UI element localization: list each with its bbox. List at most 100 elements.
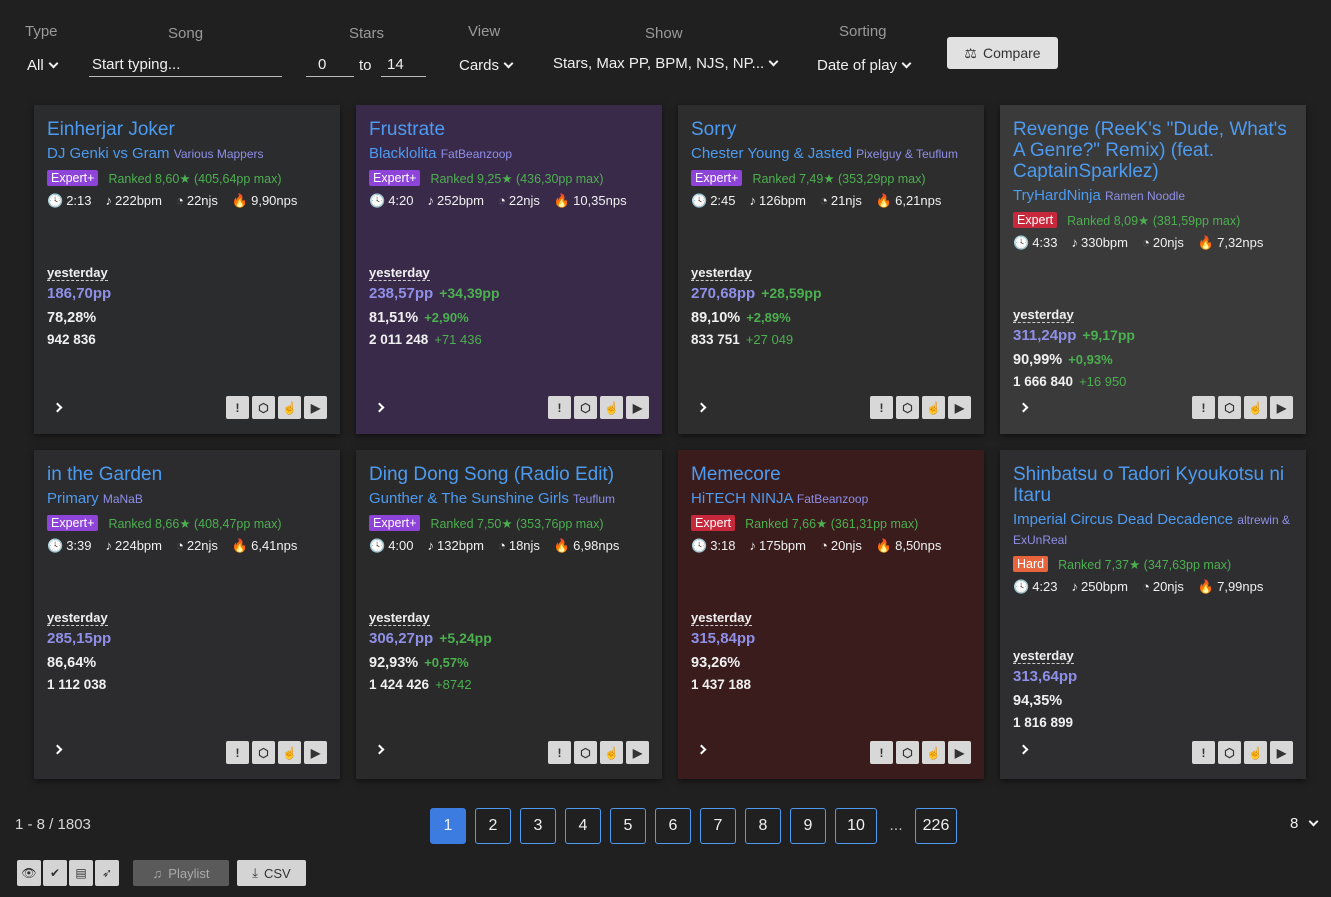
song-search-input[interactable]: Start typing... bbox=[89, 55, 282, 77]
preview-button[interactable]: ▶ bbox=[626, 741, 649, 764]
oneclick-button[interactable]: ☝ bbox=[278, 741, 301, 764]
page-button[interactable]: 1 bbox=[430, 808, 466, 844]
song-artist[interactable]: Primary bbox=[47, 490, 99, 507]
sorting-dropdown[interactable]: Date of play bbox=[817, 57, 912, 74]
report-button[interactable]: ! bbox=[226, 396, 249, 419]
preview-button[interactable]: ▶ bbox=[1270, 741, 1293, 764]
preview-button[interactable]: ▶ bbox=[626, 396, 649, 419]
report-button[interactable]: ! bbox=[870, 396, 893, 419]
oneclick-button[interactable]: ☝ bbox=[1244, 396, 1267, 419]
report-button[interactable]: ! bbox=[226, 741, 249, 764]
preview-button[interactable]: ▶ bbox=[304, 741, 327, 764]
per-page-dropdown[interactable]: 8 bbox=[1290, 815, 1319, 832]
page-button[interactable]: 2 bbox=[475, 808, 511, 844]
song-artist[interactable]: Gunther & The Sunshine Girls bbox=[369, 490, 569, 507]
download-map-button[interactable]: ⬡ bbox=[252, 396, 275, 419]
preview-button[interactable]: ▶ bbox=[948, 741, 971, 764]
view-dropdown[interactable]: Cards bbox=[459, 57, 514, 74]
song-card[interactable]: Einherjar Joker DJ Genki vs Gram Various… bbox=[34, 105, 340, 434]
song-title[interactable]: Ding Dong Song (Radio Edit) bbox=[369, 464, 649, 485]
song-card[interactable]: Sorry Chester Young & Jasted Pixelguy & … bbox=[678, 105, 984, 434]
stars-to-input[interactable]: 14 bbox=[381, 55, 426, 77]
rocket-button[interactable]: ➶ bbox=[95, 860, 119, 886]
report-button[interactable]: ! bbox=[548, 396, 571, 419]
download-map-button[interactable]: ⬡ bbox=[1218, 396, 1241, 419]
song-title[interactable]: Memecore bbox=[691, 464, 971, 485]
report-button[interactable]: ! bbox=[870, 741, 893, 764]
accuracy-value: 89,10% bbox=[691, 310, 741, 326]
song-card[interactable]: Memecore HiTECH NINJA FatBeanzoop Expert… bbox=[678, 450, 984, 779]
song-artist[interactable]: Imperial Circus Dead Decadence bbox=[1013, 511, 1233, 528]
preview-button[interactable]: ▶ bbox=[948, 396, 971, 419]
oneclick-button[interactable]: ☝ bbox=[600, 396, 623, 419]
page-button[interactable]: 6 bbox=[655, 808, 691, 844]
oneclick-button[interactable]: ☝ bbox=[278, 396, 301, 419]
song-mapper[interactable]: Teuflum bbox=[573, 492, 615, 506]
report-button[interactable]: ! bbox=[548, 741, 571, 764]
song-artist[interactable]: DJ Genki vs Gram bbox=[47, 145, 170, 162]
play-time[interactable]: yesterday bbox=[47, 265, 108, 281]
preview-button[interactable]: ▶ bbox=[1270, 396, 1293, 419]
song-mapper[interactable]: Various Mappers bbox=[174, 147, 264, 161]
report-button[interactable]: ! bbox=[1192, 396, 1215, 419]
song-title[interactable]: Sorry bbox=[691, 119, 971, 140]
song-title[interactable]: Shinbatsu o Tadori Kyoukotsu ni Itaru bbox=[1013, 464, 1293, 506]
song-mapper[interactable]: FatBeanzoop bbox=[797, 492, 868, 506]
playlist-button[interactable]: ♫ Playlist bbox=[133, 860, 229, 886]
song-title[interactable]: Einherjar Joker bbox=[47, 119, 327, 140]
song-mapper[interactable]: Ramen Noodle bbox=[1105, 189, 1185, 203]
oneclick-button[interactable]: ☝ bbox=[922, 396, 945, 419]
song-mapper[interactable]: Pixelguy & Teuflum bbox=[856, 147, 958, 161]
song-title[interactable]: Frustrate bbox=[369, 119, 649, 140]
page-button[interactable]: 7 bbox=[700, 808, 736, 844]
play-time[interactable]: yesterday bbox=[369, 265, 430, 281]
song-card[interactable]: Ding Dong Song (Radio Edit) Gunther & Th… bbox=[356, 450, 662, 779]
preview-button[interactable]: ▶ bbox=[304, 396, 327, 419]
check-button[interactable]: ✔ bbox=[43, 860, 67, 886]
song-artist[interactable]: Chester Young & Jasted bbox=[691, 145, 852, 162]
download-map-button[interactable]: ⬡ bbox=[1218, 741, 1241, 764]
song-title[interactable]: Revenge (ReeK's "Dude, What's A Genre?" … bbox=[1013, 119, 1293, 182]
song-artist[interactable]: Blacklolita bbox=[369, 145, 437, 162]
oneclick-button[interactable]: ☝ bbox=[1244, 741, 1267, 764]
play-time[interactable]: yesterday bbox=[1013, 648, 1074, 664]
download-map-button[interactable]: ⬡ bbox=[252, 741, 275, 764]
page-button-last[interactable]: 226 bbox=[915, 808, 957, 844]
download-map-button[interactable]: ⬡ bbox=[574, 396, 597, 419]
exclamation-icon: ! bbox=[879, 400, 884, 415]
page-button[interactable]: 5 bbox=[610, 808, 646, 844]
page-button[interactable]: 10 bbox=[835, 808, 877, 844]
song-mapper[interactable]: FatBeanzoop bbox=[441, 147, 512, 161]
csv-button[interactable]: ⤓ CSV bbox=[237, 860, 306, 886]
eye-button[interactable]: 👁 bbox=[17, 860, 41, 886]
page-button[interactable]: 3 bbox=[520, 808, 556, 844]
page-button[interactable]: 4 bbox=[565, 808, 601, 844]
song-artist[interactable]: TryHardNinja bbox=[1013, 187, 1101, 204]
play-time[interactable]: yesterday bbox=[691, 610, 752, 626]
compare-button[interactable]: ⚖ Compare bbox=[947, 37, 1058, 69]
song-card[interactable]: Shinbatsu o Tadori Kyoukotsu ni Itaru Im… bbox=[1000, 450, 1306, 779]
song-card[interactable]: in the Garden Primary MaNaB Expert+ Rank… bbox=[34, 450, 340, 779]
play-time[interactable]: yesterday bbox=[1013, 307, 1074, 323]
download-map-button[interactable]: ⬡ bbox=[574, 741, 597, 764]
play-time[interactable]: yesterday bbox=[369, 610, 430, 626]
song-card[interactable]: Revenge (ReeK's "Dude, What's A Genre?" … bbox=[1000, 105, 1306, 434]
type-dropdown[interactable]: All bbox=[27, 57, 59, 74]
page-button[interactable]: 9 bbox=[790, 808, 826, 844]
song-mapper[interactable]: MaNaB bbox=[103, 492, 143, 506]
song-artist-line: Blacklolita FatBeanzoop bbox=[369, 144, 649, 164]
play-time[interactable]: yesterday bbox=[47, 610, 108, 626]
song-title[interactable]: in the Garden bbox=[47, 464, 327, 485]
song-artist[interactable]: HiTECH NINJA bbox=[691, 490, 793, 507]
file-button[interactable]: ▤ bbox=[69, 860, 93, 886]
download-map-button[interactable]: ⬡ bbox=[896, 396, 919, 419]
report-button[interactable]: ! bbox=[1192, 741, 1215, 764]
play-time[interactable]: yesterday bbox=[691, 265, 752, 281]
song-card[interactable]: Frustrate Blacklolita FatBeanzoop Expert… bbox=[356, 105, 662, 434]
show-dropdown[interactable]: Stars, Max PP, BPM, NJS, NP... bbox=[553, 55, 779, 72]
oneclick-button[interactable]: ☝ bbox=[600, 741, 623, 764]
oneclick-button[interactable]: ☝ bbox=[922, 741, 945, 764]
stars-from-input[interactable]: 0 bbox=[306, 55, 354, 77]
page-button[interactable]: 8 bbox=[745, 808, 781, 844]
download-map-button[interactable]: ⬡ bbox=[896, 741, 919, 764]
